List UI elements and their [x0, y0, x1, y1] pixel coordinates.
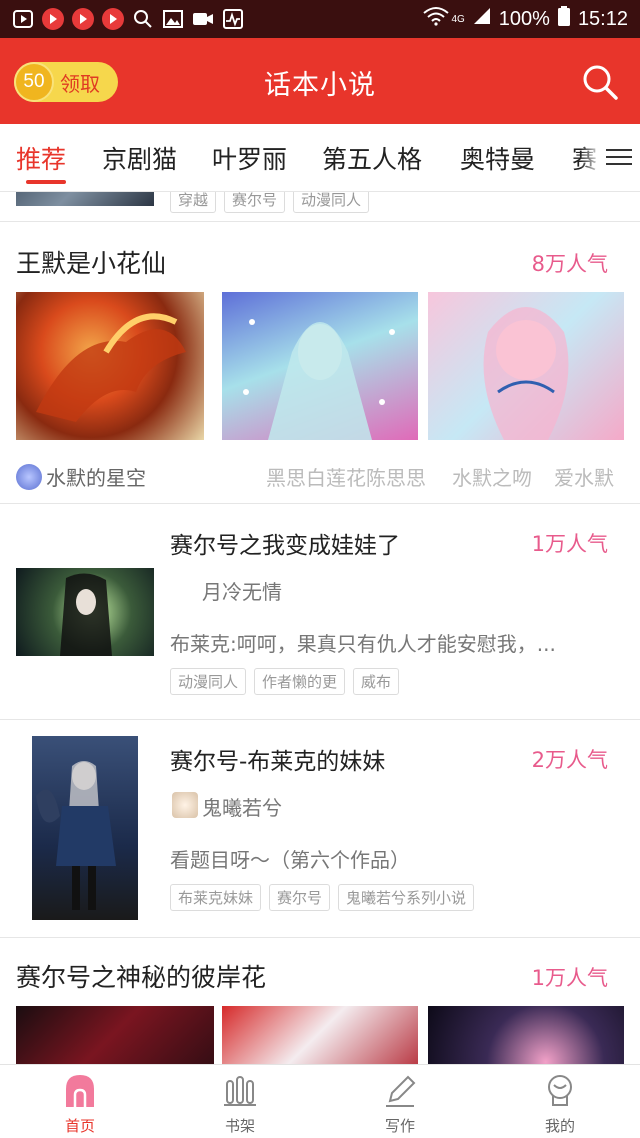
profile-icon: [548, 1075, 572, 1106]
nav-label: 首页: [64, 1117, 95, 1135]
category-tabs: 推荐 京剧猫 叶罗丽 第五人格 奥特曼 赛: [0, 124, 640, 192]
status-bar: 4G 100% 15:12: [0, 0, 640, 38]
play-notification-icon: [102, 8, 124, 30]
author-name[interactable]: 鬼曦若兮: [202, 792, 282, 821]
network-type: 4G: [451, 13, 465, 25]
tab-ultraman[interactable]: 奥特曼: [460, 140, 535, 176]
tag[interactable]: 布莱克妹妹: [170, 884, 262, 911]
nav-label: 书架: [224, 1117, 255, 1135]
author-avatar[interactable]: [16, 464, 42, 490]
popularity-count: 1万人气: [531, 966, 608, 990]
gallery-icon: [162, 8, 184, 30]
story-cover-fairy[interactable]: [222, 292, 418, 440]
tag[interactable]: 动漫同人: [170, 668, 247, 695]
story-group-card[interactable]: 赛尔号之神秘的彼岸花 1万人气: [0, 938, 640, 1064]
wifi-icon: [423, 6, 450, 32]
story-tags: 布莱克妹妹 赛尔号 鬼曦若兮系列小说: [170, 884, 482, 911]
tag[interactable]: 作者懒的更: [254, 668, 346, 695]
story-cover: [32, 736, 138, 920]
author-name[interactable]: 水默之吻: [452, 462, 532, 491]
story-card-partial[interactable]: 穿越 赛尔号 动漫同人: [0, 192, 640, 222]
tag[interactable]: 威布: [353, 668, 400, 695]
tab-jingjumao[interactable]: 京剧猫: [102, 140, 177, 176]
author-name[interactable]: 水默的星空: [46, 462, 146, 491]
popularity-count: 8万人气: [531, 252, 608, 276]
author-name[interactable]: 爱水默: [554, 462, 614, 491]
story-cover: [16, 192, 154, 206]
battery-percent: 100%: [498, 7, 550, 30]
popularity-count: 2万人气: [531, 748, 608, 772]
camera-icon: [192, 8, 214, 30]
signal-icon: [473, 7, 491, 31]
search-notification-icon: [132, 8, 154, 30]
tab-identity-v[interactable]: 第五人格: [322, 140, 422, 176]
story-cover[interactable]: [222, 1006, 418, 1064]
story-title: 赛尔号之我变成娃娃了: [170, 533, 400, 559]
group-title: 王默是小花仙: [16, 249, 167, 278]
tag[interactable]: 动漫同人: [293, 192, 370, 213]
story-card[interactable]: 赛尔号之我变成娃娃了 1万人气 月冷无情 布莱克:呵呵，果真只有仇人才能安慰我，…: [0, 504, 640, 720]
notification-icons: [12, 8, 244, 30]
nav-profile[interactable]: 我的: [480, 1065, 640, 1138]
story-tags: 动漫同人 作者懒的更 威布: [170, 668, 407, 695]
home-icon: [66, 1075, 94, 1107]
author-name[interactable]: 黑思白莲花陈思思: [266, 462, 426, 491]
story-title: 赛尔号-布莱克的妹妹: [170, 749, 386, 775]
nav-label: 我的: [544, 1117, 575, 1135]
story-cover[interactable]: [428, 1006, 624, 1064]
author-name[interactable]: 月冷无情: [202, 576, 282, 605]
author-avatar[interactable]: [172, 792, 198, 818]
nav-label: 写作: [384, 1117, 415, 1135]
story-cover-girl[interactable]: [428, 292, 624, 440]
story-cover-phoenix[interactable]: [16, 292, 204, 440]
search-icon: [583, 65, 618, 100]
tag[interactable]: 鬼曦若兮系列小说: [338, 884, 475, 911]
tag[interactable]: 穿越: [170, 192, 217, 213]
system-status: 4G 100% 15:12: [423, 6, 628, 32]
pen-icon: [386, 1075, 416, 1107]
story-cover[interactable]: [16, 1006, 214, 1064]
video-app-icon: [12, 8, 34, 30]
tab-recommended[interactable]: 推荐: [16, 140, 66, 176]
tag[interactable]: 赛尔号: [224, 192, 286, 213]
story-tags: 穿越 赛尔号 动漫同人: [170, 192, 377, 213]
story-excerpt: 看题目呀～（第六个作品）: [170, 848, 410, 872]
nav-bookshelf[interactable]: 书架: [160, 1065, 320, 1138]
feed: 穿越 赛尔号 动漫同人 王默是小花仙 8万人气 水默的星空 黑思白莲花陈思思 水默之…: [0, 192, 640, 1064]
nav-home[interactable]: 首页: [0, 1065, 160, 1138]
app-header: 50 领取 话本小说: [0, 38, 640, 124]
app-title: 话本小说: [264, 70, 376, 101]
activity-icon: [222, 8, 244, 30]
search-button[interactable]: [580, 62, 620, 102]
active-tab-indicator: [26, 180, 66, 184]
clock: 15:12: [577, 7, 628, 30]
nav-write[interactable]: 写作: [320, 1065, 480, 1138]
popularity-count: 1万人气: [531, 532, 608, 556]
story-card[interactable]: 赛尔号-布莱克的妹妹 2万人气 鬼曦若兮 看题目呀～（第六个作品） 布莱克妹妹赛…: [0, 720, 640, 938]
battery-icon: [557, 6, 570, 32]
bottom-navigation: 首页 书架 写作 我的: [0, 1064, 640, 1138]
play-notification-icon: [72, 8, 94, 30]
bookshelf-icon: [224, 1076, 256, 1106]
tab-yeluoli[interactable]: 叶罗丽: [212, 140, 287, 176]
tag[interactable]: 赛尔号: [269, 884, 331, 911]
story-excerpt: 布莱克:呵呵，果真只有仇人才能安慰我，...: [170, 632, 556, 656]
group-title: 赛尔号之神秘的彼岸花: [16, 963, 267, 992]
story-group-card[interactable]: 王默是小花仙 8万人气 水默的星空 黑思白莲花陈思思 水默之吻 爱水默: [0, 222, 640, 504]
tab-menu-icon[interactable]: [606, 144, 632, 170]
story-cover: [16, 568, 154, 656]
play-notification-icon: [42, 8, 64, 30]
